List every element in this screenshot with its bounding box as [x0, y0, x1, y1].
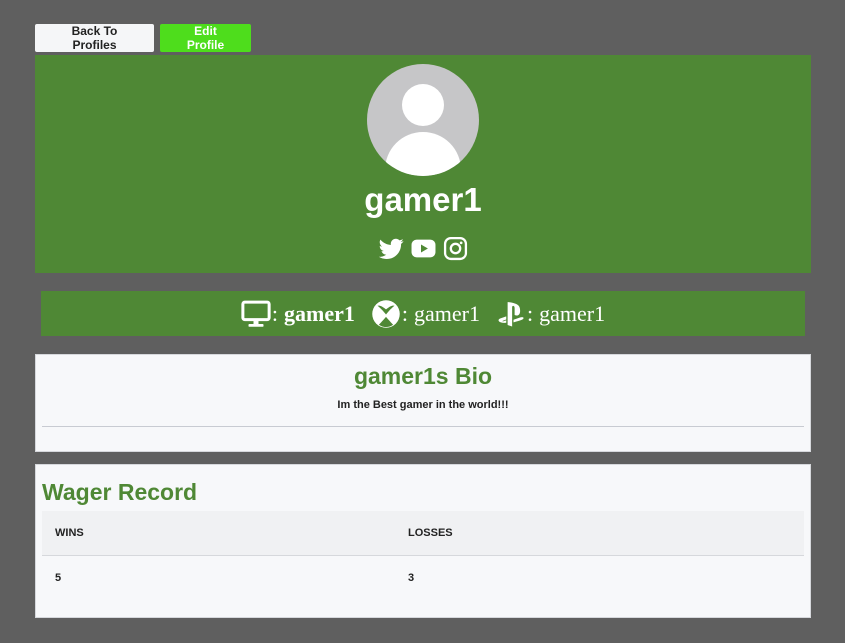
bio-text: Im the Best gamer in the world!!!: [337, 399, 509, 411]
top-actions: Back To Profiles Edit Profile: [35, 24, 251, 52]
xbox-gamertag: gamer1: [414, 300, 480, 326]
playstation-separator: :: [526, 300, 534, 326]
wins-header: WINS: [42, 511, 395, 556]
wager-record-title: Wager Record: [42, 479, 198, 505]
bio-title: gamer1s Bio: [353, 363, 493, 389]
instagram-icon[interactable]: [443, 236, 468, 261]
table-row: 5 3: [42, 556, 804, 601]
social-links: [35, 236, 811, 261]
playstation-platform: : gamer1: [496, 299, 605, 329]
profile-username: gamer1: [364, 181, 482, 218]
user-avatar-icon: [367, 64, 479, 176]
playstation-icon: [498, 301, 524, 326]
profile-header: gamer1: [35, 55, 811, 273]
xbox-platform: : gamer1: [371, 299, 480, 329]
platform-ids: : gamer1 : gamer1 : gamer1: [41, 291, 805, 336]
losses-value: 3: [408, 572, 415, 584]
pc-gamertag: gamer1: [284, 300, 355, 326]
edit-profile-button[interactable]: Edit Profile: [160, 24, 251, 52]
pc-separator: :: [271, 300, 279, 326]
wager-record-card: Wager Record WINS LOSSES 5 3: [35, 464, 811, 618]
twitter-icon[interactable]: [378, 236, 404, 261]
wins-value: 5: [55, 572, 62, 584]
table-header-row: WINS LOSSES: [42, 511, 804, 556]
xbox-icon: [372, 299, 400, 328]
monitor-icon: [241, 300, 271, 327]
youtube-icon[interactable]: [411, 236, 436, 261]
playstation-gamertag: gamer1: [539, 300, 606, 326]
back-to-profiles-button[interactable]: Back To Profiles: [35, 24, 154, 52]
pc-platform: : gamer1: [241, 299, 355, 329]
xbox-separator: :: [401, 300, 409, 326]
wager-record-table: WINS LOSSES 5 3: [42, 511, 804, 600]
bio-divider: [42, 426, 804, 427]
losses-header: LOSSES: [395, 511, 804, 556]
bio-card: gamer1s Bio Im the Best gamer in the wor…: [35, 354, 811, 452]
